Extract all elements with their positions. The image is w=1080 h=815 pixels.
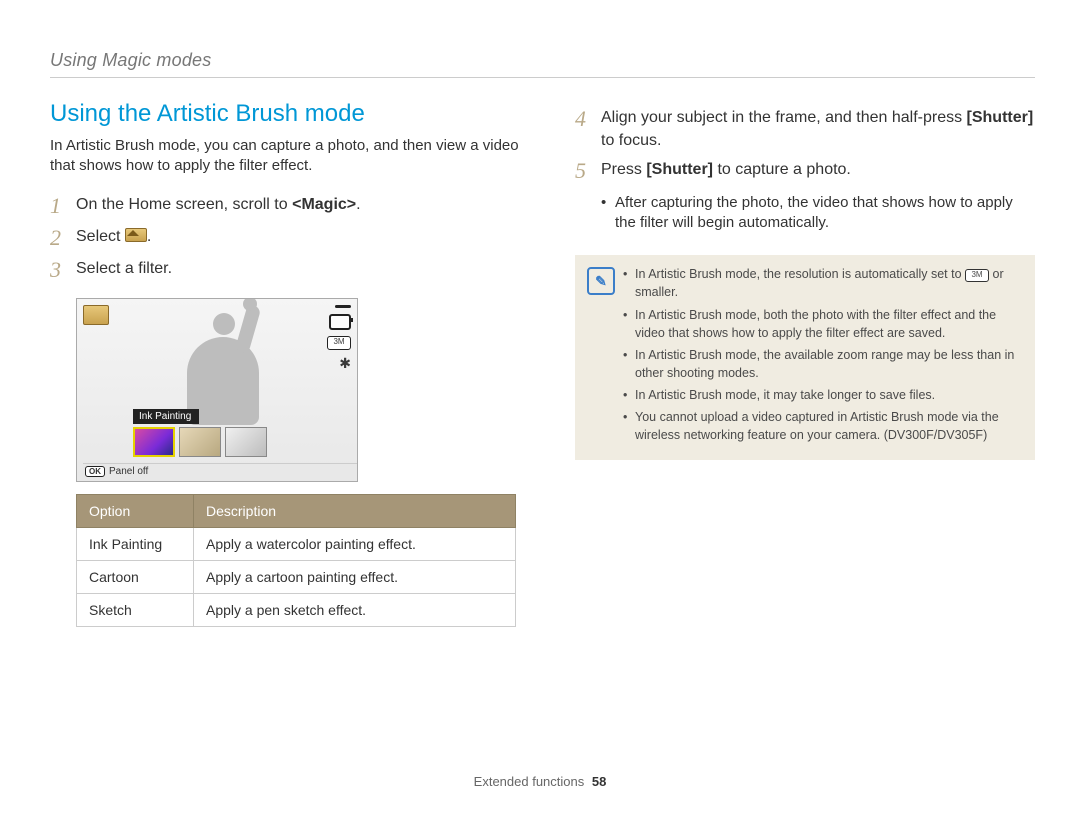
table-row: Sketch Apply a pen sketch effect. <box>77 593 516 626</box>
note-item: In Artistic Brush mode, the resolution i… <box>623 265 1021 301</box>
cell-desc: Apply a cartoon painting effect. <box>194 560 516 593</box>
step-number: 4 <box>575 106 601 132</box>
step-number: 1 <box>50 193 76 219</box>
step-5: 5 Press [Shutter] to capture a photo. <box>575 158 1035 184</box>
filter-thumb-sketch <box>225 427 267 457</box>
page-number: 58 <box>592 774 606 789</box>
step-3: 3 Select a filter. <box>50 257 530 283</box>
step-4: 4 Align your subject in the frame, and t… <box>575 106 1035 152</box>
th-option: Option <box>77 494 194 527</box>
panel-off-label: Panel off <box>109 466 148 477</box>
star-icon: ✱ <box>339 356 351 370</box>
step-number: 3 <box>50 257 76 283</box>
step-3-text: Select a filter. <box>76 257 172 280</box>
step-4-text-b: to focus. <box>601 132 661 149</box>
ok-button-icon: OK <box>85 466 105 477</box>
step-5-text-b: to capture a photo. <box>713 161 851 178</box>
step-number: 5 <box>575 158 601 184</box>
table-row: Cartoon Apply a cartoon painting effect. <box>77 560 516 593</box>
note-item: In Artistic Brush mode, both the photo w… <box>623 306 1021 342</box>
step-2-text-b: . <box>147 228 151 245</box>
options-table: Option Description Ink Painting Apply a … <box>76 494 516 627</box>
step-2-text-a: Select <box>76 228 125 245</box>
camera-screenshot: 3M ✱ Ink Painting OK Panel off <box>76 298 358 482</box>
filter-thumbnails <box>133 427 267 457</box>
left-column: Using the Artistic Brush mode In Artisti… <box>50 100 530 627</box>
footer-label: Extended functions <box>474 774 585 789</box>
note-item: In Artistic Brush mode, it may take long… <box>623 386 1021 404</box>
filter-label: Ink Painting <box>133 409 199 424</box>
step-5-text-a: Press <box>601 161 646 178</box>
section-header: Using Magic modes <box>50 50 1035 71</box>
cell-desc: Apply a watercolor painting effect. <box>194 527 516 560</box>
panel-off-hint: OK Panel off <box>83 463 357 477</box>
resolution-icon: 3M <box>327 336 351 350</box>
step-5-sub-text: After capturing the photo, the video tha… <box>615 193 1035 234</box>
step-1: 1 On the Home screen, scroll to <Magic>. <box>50 193 530 219</box>
manual-page: Using Magic modes Using the Artistic Bru… <box>0 0 1080 815</box>
mode-icon <box>83 305 109 325</box>
table-row: Ink Painting Apply a watercolor painting… <box>77 527 516 560</box>
step-2: 2 Select . <box>50 225 530 251</box>
note-item: In Artistic Brush mode, the available zo… <box>623 346 1021 382</box>
page-footer: Extended functions 58 <box>0 774 1080 789</box>
cell-option: Cartoon <box>77 560 194 593</box>
battery-icon <box>329 314 351 330</box>
divider <box>50 77 1035 78</box>
th-description: Description <box>194 494 516 527</box>
step-5-sub: • After capturing the photo, the video t… <box>601 193 1035 234</box>
step-1-text-b: . <box>356 196 360 213</box>
shutter-key: [Shutter] <box>967 109 1034 126</box>
resolution-chip: 3M <box>965 269 989 282</box>
note-box: ✎ In Artistic Brush mode, the resolution… <box>575 255 1035 460</box>
shutter-key: [Shutter] <box>646 161 713 178</box>
step-4-text-a: Align your subject in the frame, and the… <box>601 109 967 126</box>
artistic-brush-mode-icon <box>125 228 147 244</box>
intro-text: In Artistic Brush mode, you can capture … <box>50 136 530 177</box>
note-icon: ✎ <box>587 267 615 295</box>
step-1-text-a: On the Home screen, scroll to <box>76 196 292 213</box>
page-title: Using the Artistic Brush mode <box>50 100 530 128</box>
step-1-magic: <Magic> <box>292 196 356 213</box>
cell-desc: Apply a pen sketch effect. <box>194 593 516 626</box>
filter-thumb-ink <box>133 427 175 457</box>
step-number: 2 <box>50 225 76 251</box>
cell-option: Sketch <box>77 593 194 626</box>
filter-thumb-cartoon <box>179 427 221 457</box>
note-item: You cannot upload a video captured in Ar… <box>623 408 1021 444</box>
cell-option: Ink Painting <box>77 527 194 560</box>
indicator-bar-icon <box>335 305 351 308</box>
right-column: 4 Align your subject in the frame, and t… <box>530 100 1035 627</box>
